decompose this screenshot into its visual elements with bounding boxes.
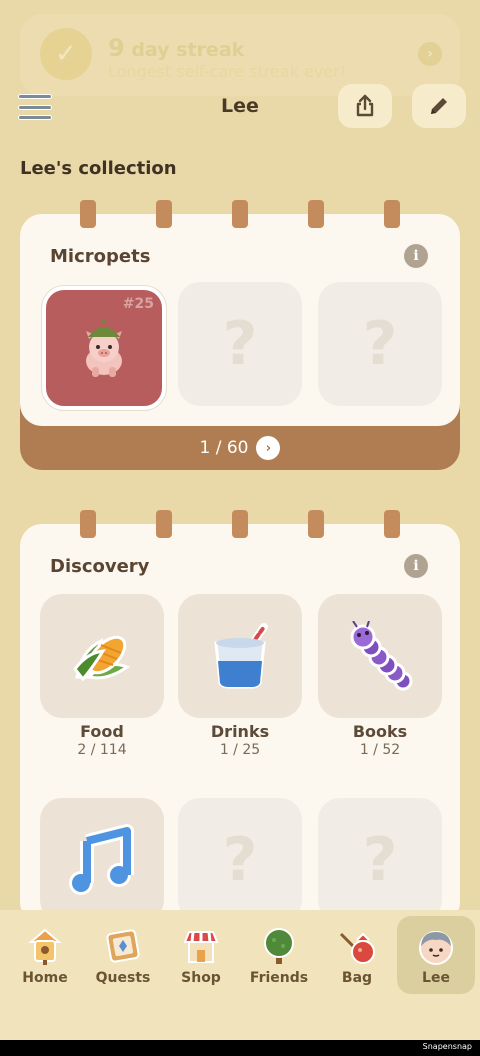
binder-ring <box>384 510 400 538</box>
share-icon <box>356 94 374 117</box>
binder-ring <box>308 510 324 538</box>
info-icon[interactable]: i <box>404 244 428 268</box>
chevron-right-icon[interactable]: › <box>256 436 281 460</box>
nav-profile[interactable]: Lee <box>397 916 475 994</box>
birdhouse-icon <box>28 928 62 965</box>
edit-button[interactable] <box>412 84 466 128</box>
question-icon: ? <box>362 825 398 895</box>
pet-number: #25 <box>122 296 154 312</box>
corn-icon <box>73 635 131 682</box>
locked-pet-tile[interactable]: ? <box>318 282 442 406</box>
binder-ring <box>156 510 172 538</box>
micropets-pager[interactable]: 1 / 60 › <box>20 436 460 460</box>
shop-icon <box>183 931 219 963</box>
music-note-icon <box>69 824 134 895</box>
nav-shop[interactable]: Shop <box>162 916 240 994</box>
page-title: Lee <box>221 95 259 117</box>
nav-home[interactable]: Home <box>6 916 84 994</box>
streak-title-suffix: day streak <box>131 39 245 61</box>
pager-text: 1 / 60 <box>199 438 249 458</box>
collection-title: Lee's collection <box>20 158 177 179</box>
discovery-books-tile[interactable] <box>318 594 442 718</box>
nav-home-label: Home <box>22 970 68 986</box>
binder-ring <box>384 200 400 228</box>
avatar-icon <box>419 931 453 965</box>
nav-friends-label: Friends <box>249 970 309 986</box>
drink-cup-icon <box>214 623 268 689</box>
locked-pet-tile[interactable]: ? <box>178 282 302 406</box>
discovery-heading: Discovery <box>50 556 150 577</box>
binder-ring <box>232 200 248 228</box>
discovery-drinks-count: 1 / 25 <box>219 742 261 758</box>
share-button[interactable] <box>338 84 392 128</box>
binder-ring <box>308 200 324 228</box>
question-icon: ? <box>362 309 398 379</box>
binder-ring <box>156 200 172 228</box>
nav-friends[interactable]: Friends <box>240 916 318 994</box>
nav-shop-label: Shop <box>181 970 221 986</box>
watermark-text: Snapensnap <box>422 1042 472 1051</box>
streak-count: 9 <box>108 34 125 62</box>
binder-ring <box>80 510 96 538</box>
discovery-books-label: Books <box>352 722 408 741</box>
header: Lee <box>0 80 480 138</box>
caterpillar-icon <box>350 621 413 691</box>
discovery-food-tile[interactable] <box>40 594 164 718</box>
discovery-books-count: 1 / 52 <box>359 742 401 758</box>
discovery-drinks-label: Drinks <box>210 722 270 741</box>
discovery-drinks-tile[interactable] <box>178 594 302 718</box>
micropets-card: Micropets i #25 ? ? <box>20 214 460 426</box>
binder-ring <box>80 200 96 228</box>
discovery-music-tile[interactable] <box>40 798 164 922</box>
info-icon[interactable]: i <box>404 554 428 578</box>
chevron-right-icon[interactable]: › <box>418 42 442 66</box>
bag-icon <box>339 932 375 964</box>
locked-discovery-tile[interactable]: ? <box>178 798 302 922</box>
streak-subtitle: Longest self-care streak ever! <box>108 62 347 81</box>
nav-bag-label: Bag <box>341 970 373 986</box>
nav-profile-label: Lee <box>422 970 450 986</box>
question-icon: ? <box>222 825 258 895</box>
binder-ring <box>232 510 248 538</box>
streak-check-icon: ✓ <box>40 28 92 80</box>
pig-icon <box>86 319 122 377</box>
quest-board-icon <box>106 929 140 963</box>
question-icon: ? <box>222 309 258 379</box>
bottom-nav: Home Quests Shop Friends Bag Lee <box>0 910 480 1040</box>
discovery-food-count: 2 / 114 <box>77 742 127 758</box>
discovery-card: Discovery i Food 2 / 114 Drinks 1 / 25 B… <box>20 524 460 924</box>
nav-quests-label: Quests <box>95 970 151 986</box>
footer-bar: Snapensnap <box>0 1040 480 1056</box>
tree-icon <box>264 928 294 964</box>
pet-tile[interactable]: #25 <box>42 286 166 410</box>
discovery-food-label: Food <box>80 722 124 741</box>
locked-discovery-tile[interactable]: ? <box>318 798 442 922</box>
nav-quests[interactable]: Quests <box>84 916 162 994</box>
micropets-heading: Micropets <box>50 246 151 267</box>
pencil-icon <box>431 98 447 114</box>
streak-title: 9 day streak <box>108 34 244 62</box>
nav-bag[interactable]: Bag <box>318 916 396 994</box>
